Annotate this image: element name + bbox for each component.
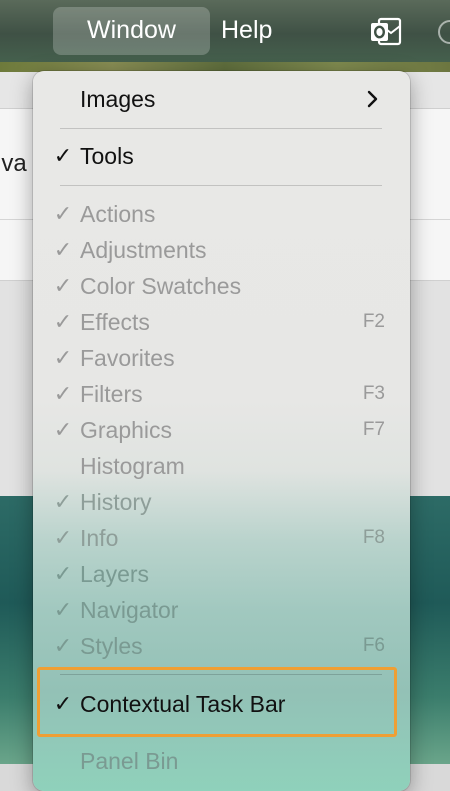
- outlook-icon[interactable]: [370, 17, 402, 47]
- app-text-fragment: lva: [0, 150, 27, 177]
- menu-item-label: Tools: [80, 143, 134, 169]
- highlight-annotation: [37, 667, 397, 737]
- menu-item-label: Effects: [80, 309, 150, 335]
- menu-item-favorites: ✓ Favorites: [33, 340, 410, 376]
- checkmark-icon: ✓: [53, 309, 73, 334]
- checkmark-icon: ✓: [53, 633, 73, 658]
- menu-item-filters: ✓ Filters F3: [33, 376, 410, 412]
- menu-item-label: Styles: [80, 633, 143, 659]
- menu-item-label: History: [80, 489, 152, 515]
- menubar-window[interactable]: Window: [53, 7, 210, 55]
- menu-item-panel-bin: Panel Bin: [33, 743, 410, 779]
- menu-item-graphics: ✓ Graphics F7: [33, 412, 410, 448]
- menu-item-label: Histogram: [80, 453, 185, 479]
- checkmark-icon: ✓: [53, 273, 73, 298]
- chevron-right-icon: [367, 90, 378, 108]
- checkmark-icon: ✓: [53, 489, 73, 514]
- menu-item-tools[interactable]: ✓ Tools: [33, 138, 410, 174]
- menu-item-shortcut: F8: [362, 527, 385, 548]
- menu-item-history: ✓ History: [33, 484, 410, 520]
- menu-item-shortcut: F2: [362, 311, 385, 332]
- checkmark-icon: ✓: [53, 417, 73, 442]
- menu-item-label: Images: [80, 86, 156, 112]
- checkmark-icon: ✓: [53, 561, 73, 586]
- menu-item-label: Panel Bin: [80, 748, 179, 774]
- menu-item-info: ✓ Info F8: [33, 520, 410, 556]
- menubar-help[interactable]: Help: [221, 7, 272, 55]
- menu-item-shortcut: F7: [362, 419, 385, 440]
- menu-item-layers: ✓ Layers: [33, 556, 410, 592]
- checkmark-icon: ✓: [53, 201, 73, 226]
- menu-item-shortcut: F6: [362, 635, 385, 656]
- menu-item-adjustments: ✓ Adjustments: [33, 232, 410, 268]
- menu-item-label: Filters: [80, 381, 143, 407]
- menu-item-label: Info: [80, 525, 119, 551]
- menu-item-styles: ✓ Styles F6: [33, 628, 410, 664]
- menu-item-label: Color Swatches: [80, 273, 242, 299]
- checkmark-icon: ✓: [53, 525, 73, 550]
- menu-item-histogram: Histogram: [33, 448, 410, 484]
- menu-item-label: Graphics: [80, 417, 173, 443]
- menu-item-label: Favorites: [80, 345, 175, 371]
- checkmark-icon: ✓: [53, 597, 73, 622]
- checkmark-icon: ✓: [53, 237, 73, 262]
- menu-item-images[interactable]: Images: [33, 81, 410, 117]
- checkmark-icon: ✓: [53, 143, 73, 168]
- menu-separator: [60, 128, 382, 129]
- checkmark-icon: ✓: [53, 381, 73, 406]
- menu-separator: [60, 185, 382, 186]
- menu-item-navigator: ✓ Navigator: [33, 592, 410, 628]
- menu-item-color-swatches: ✓ Color Swatches: [33, 268, 410, 304]
- menu-item-shortcut: F3: [362, 383, 385, 404]
- checkmark-icon: ✓: [53, 345, 73, 370]
- menu-item-actions: ✓ Actions: [33, 196, 410, 232]
- menu-item-effects: ✓ Effects F2: [33, 304, 410, 340]
- menu-item-label: Adjustments: [80, 237, 207, 263]
- menu-item-label: Layers: [80, 561, 150, 587]
- menu-item-label: Actions: [80, 201, 156, 227]
- menu-item-label: Navigator: [80, 597, 179, 623]
